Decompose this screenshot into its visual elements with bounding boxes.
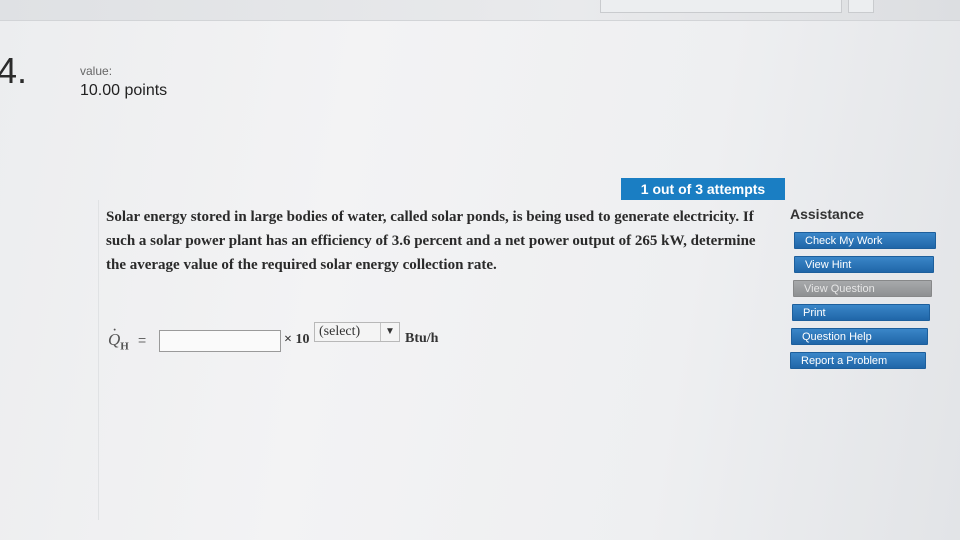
- exponent-select[interactable]: (select) ▼: [314, 322, 400, 342]
- top-tab-small[interactable]: [848, 0, 874, 13]
- question-number: 4.: [0, 50, 28, 91]
- q-dot-symbol: · QH: [108, 322, 129, 353]
- value-label: value:: [80, 64, 113, 78]
- dropdown-arrow-icon[interactable]: ▼: [380, 323, 399, 341]
- view-question-button[interactable]: View Question: [793, 280, 932, 297]
- top-tab[interactable]: [600, 0, 842, 13]
- problem-text: Solar energy stored in large bodies of w…: [106, 209, 756, 273]
- view-hint-button[interactable]: View Hint: [794, 256, 934, 273]
- answer-row: · QH = × 10 (select) ▼ Btu/h: [104, 322, 504, 352]
- symbol-subscript: H: [120, 340, 129, 353]
- assistance-title: Assistance: [790, 206, 864, 222]
- answer-input[interactable]: [159, 330, 281, 352]
- browser-top-strip: [0, 0, 960, 21]
- attempts-badge: 1 out of 3 attempts: [621, 178, 785, 200]
- exponent-select-value: (select): [319, 324, 361, 339]
- value-points: 10.00 points: [80, 82, 168, 99]
- equals-sign: =: [138, 332, 147, 348]
- question-help-button[interactable]: Question Help: [791, 328, 928, 345]
- unit-label: Btu/h: [405, 331, 439, 346]
- dot-accent-icon: ·: [112, 322, 118, 339]
- print-button[interactable]: Print: [792, 304, 930, 321]
- times-ten-label: × 10: [284, 332, 310, 347]
- check-my-work-button[interactable]: Check My Work: [794, 232, 936, 249]
- report-a-problem-button[interactable]: Report a Problem: [790, 352, 926, 369]
